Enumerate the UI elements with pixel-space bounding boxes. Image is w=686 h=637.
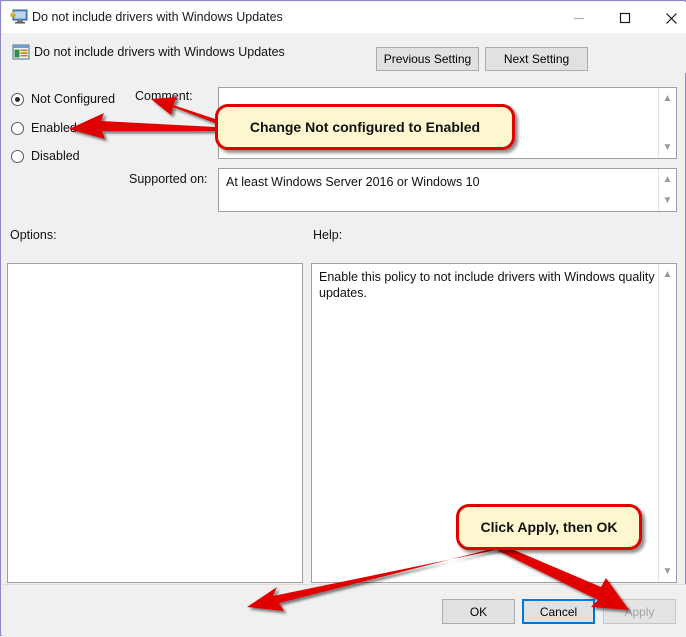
chevron-down-icon[interactable]: ▼	[659, 192, 676, 209]
chevron-down-icon[interactable]: ▼	[659, 563, 676, 580]
radio-not-configured-label: Not Configured	[31, 92, 116, 106]
supported-on-label: Supported on:	[129, 172, 208, 186]
radio-enabled-label: Enabled	[31, 121, 77, 135]
dialog-button-bar: OK Cancel Apply	[2, 584, 686, 637]
policy-setting-icon	[12, 43, 30, 61]
radio-enabled[interactable]: Enabled	[11, 121, 77, 135]
minimize-button[interactable]	[556, 3, 602, 33]
computer-monitor-icon	[10, 9, 28, 25]
chevron-up-icon[interactable]: ▲	[659, 171, 676, 188]
supported-on-value: At least Windows Server 2016 or Windows …	[226, 175, 480, 189]
supported-on-box[interactable]: At least Windows Server 2016 or Windows …	[218, 168, 677, 212]
supported-on-scrollbar[interactable]: ▲ ▼	[658, 169, 676, 211]
help-scrollbar[interactable]: ▲ ▼	[658, 264, 676, 582]
title-bar: Do not include drivers with Windows Upda…	[2, 2, 686, 33]
group-policy-setting-dialog: Do not include drivers with Windows Upda…	[0, 0, 686, 637]
comment-scrollbar[interactable]: ▲ ▼	[658, 88, 676, 158]
callout-click-apply-then-ok: Click Apply, then OK	[456, 504, 642, 550]
arrow-to-enabled	[69, 113, 215, 139]
radio-disabled-indicator[interactable]	[11, 149, 24, 163]
radio-not-configured[interactable]: Not Configured	[11, 92, 115, 106]
chevron-up-icon[interactable]: ▲	[659, 266, 676, 283]
callout-change-to-enabled: Change Not configured to Enabled	[215, 104, 515, 150]
close-button[interactable]	[648, 3, 686, 33]
cancel-button[interactable]: Cancel	[522, 599, 595, 624]
previous-setting-button[interactable]: Previous Setting	[376, 47, 479, 71]
maximize-button[interactable]	[602, 3, 648, 33]
radio-disabled-label: Disabled	[31, 149, 80, 163]
radio-not-configured-indicator[interactable]	[11, 92, 24, 106]
options-panel[interactable]	[7, 263, 303, 583]
chevron-up-icon[interactable]: ▲	[659, 90, 676, 107]
apply-button: Apply	[603, 599, 676, 624]
policy-name: Do not include drivers with Windows Upda…	[34, 45, 285, 59]
radio-enabled-indicator[interactable]	[11, 121, 24, 135]
comment-label: Comment:	[135, 89, 193, 103]
help-value: Enable this policy to not include driver…	[319, 270, 655, 300]
help-label: Help:	[313, 228, 343, 242]
radio-disabled[interactable]: Disabled	[11, 149, 80, 163]
next-setting-button[interactable]: Next Setting	[485, 47, 588, 71]
options-label: Options:	[10, 228, 57, 242]
chevron-down-icon[interactable]: ▼	[659, 139, 676, 156]
ok-button[interactable]: OK	[442, 599, 515, 624]
window-title: Do not include drivers with Windows Upda…	[32, 10, 283, 24]
